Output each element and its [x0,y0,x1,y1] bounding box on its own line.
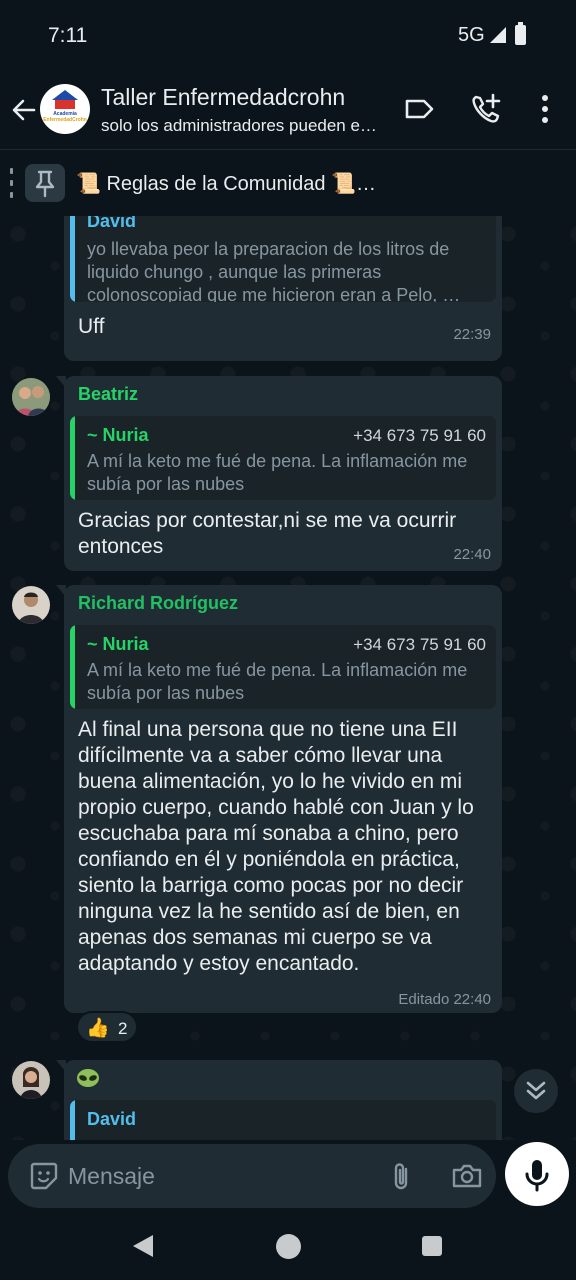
network-type: 5G [458,24,485,46]
sender-name[interactable]: Beatriz [78,384,138,405]
paperclip-icon[interactable] [386,1160,418,1192]
sticker-emoji-icon[interactable] [28,1160,60,1192]
quoted-message[interactable]: ~ Nuria +34 673 75 91 60 A mí la keto me… [70,416,496,500]
group-title[interactable]: Taller Enfermedadcrohn [101,84,345,111]
camera-icon[interactable] [450,1160,484,1192]
quoted-message[interactable]: ~ Nuria +34 673 75 91 60 A mí la keto me… [70,625,496,709]
quote-author: David [87,1109,137,1129]
avatar[interactable] [12,1061,50,1099]
group-subtitle[interactable]: solo los administradores pueden e… [101,116,377,136]
microphone-icon [525,1160,549,1192]
reaction-pill[interactable]: 👍 2 [76,1011,138,1043]
avatar-photo [12,1061,50,1099]
thumbs-up-icon: 👍 [86,1018,110,1039]
message-bubble[interactable]: Richard Rodríguez ~ Nuria +34 673 75 91 … [56,585,502,1013]
pin-indicator [10,168,13,198]
nav-back-icon[interactable] [133,1235,153,1257]
chat-header: Academia EnfermedadCrohn Taller Enfermed… [0,70,576,148]
pin-icon [35,170,55,198]
message-bubble[interactable]: Beatriz ~ Nuria +34 673 75 91 60 A mí la… [56,376,502,571]
avatar-photo [12,586,50,624]
avatar-photo [12,378,50,416]
label-icon[interactable] [402,92,436,126]
message-text: Uff [78,315,105,338]
message-bubble[interactable]: David yo llevaba peor la preparacion de … [64,216,502,361]
quote-author: ~ Nuria [87,634,149,654]
pinned-message-text: 📜 Reglas de la Comunidad 📜… [76,173,376,195]
quote-text: yo llevaba peor la preparacion de los li… [87,239,461,302]
nav-recents-icon[interactable] [422,1236,442,1256]
status-bar: 7:11 5G [0,0,576,70]
quoted-message[interactable]: David yo llevaba peor la preparacion de … [70,216,496,302]
group-avatar[interactable]: Academia EnfermedadCrohn [40,84,90,134]
microphone-button[interactable] [505,1142,569,1206]
message-time: 22:39 [453,326,491,343]
avatar[interactable] [12,378,50,416]
back-arrow-icon[interactable] [8,94,40,126]
academy-logo-icon [52,90,78,100]
system-nav-bar [0,1213,576,1280]
message-time: 22:40 [453,546,491,563]
chat-area[interactable]: David yo llevaba peor la preparacion de … [0,216,576,1140]
quoted-message[interactable]: David [70,1100,496,1140]
quote-phone: +34 673 75 91 60 [353,635,486,654]
double-chevron-down-icon [526,1081,546,1100]
message-bubble[interactable]: David [56,1060,502,1140]
sender-name[interactable]: Richard Rodríguez [78,593,238,614]
message-text: Gracias por contestar,ni se me va ocurri… [78,509,457,558]
quote-phone: +34 673 75 91 60 [353,426,486,445]
message-input[interactable]: Mensaje [8,1144,496,1208]
message-time: Editado 22:40 [398,991,491,1008]
reaction-count: 2 [118,1019,128,1038]
add-call-icon[interactable] [469,92,503,126]
battery-icon [515,22,526,45]
more-options-icon[interactable] [528,92,562,126]
signal-icon [490,27,506,43]
message-text: Al final una persona que no tiene una EI… [78,718,474,975]
quote-author: ~ Nuria [87,425,149,445]
quote-author: David [87,216,137,231]
quote-text: A mí la keto me fué de pena. La inflamac… [87,451,468,494]
scroll-to-bottom-button[interactable] [514,1069,558,1113]
avatar-logo-text: EnfermedadCrohn [43,117,87,123]
pinned-message-bar[interactable]: 📜 Reglas de la Comunidad 📜… [0,149,576,216]
avatar[interactable] [12,586,50,624]
nav-home-icon[interactable] [276,1234,301,1259]
alien-icon [77,1069,99,1087]
message-placeholder: Mensaje [68,1163,155,1189]
quote-text: A mí la keto me fué de pena. La inflamac… [87,660,468,703]
composer-bar: Mensaje [0,1140,576,1213]
status-time: 7:11 [48,24,88,47]
